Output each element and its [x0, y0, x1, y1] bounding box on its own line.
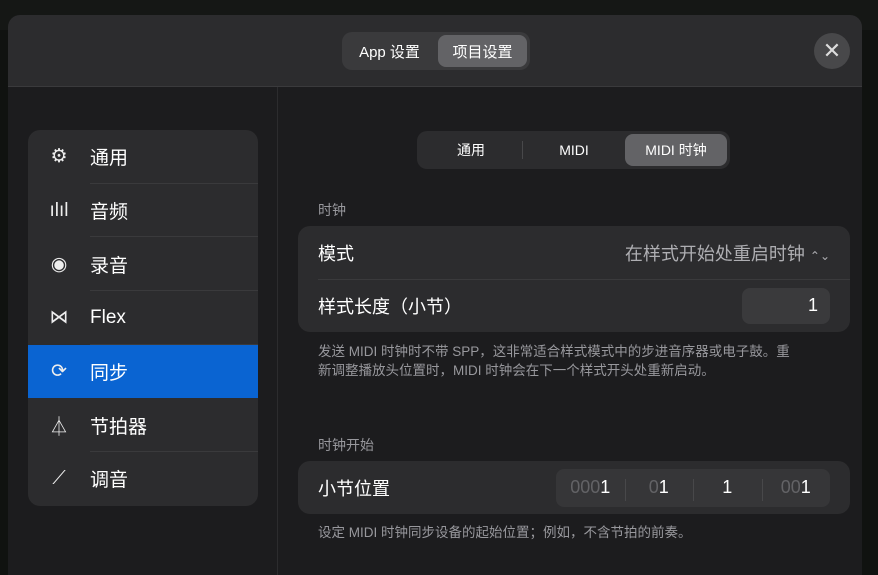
bar-position-field[interactable]: 0001 01 1 001: [556, 468, 831, 507]
tick-field[interactable]: 001: [761, 477, 831, 501]
modal-header: App 设置 项目设置 ✕: [8, 15, 862, 87]
section-title-clock-start: 时钟开始: [318, 437, 374, 453]
mode-value: 在样式开始处重启时钟: [624, 243, 805, 264]
tab-project-settings[interactable]: 项目设置: [438, 35, 527, 67]
sidebar-item-sync[interactable]: ⟳ 同步: [28, 344, 258, 399]
tick-value: 1: [800, 477, 811, 497]
tuning-icon: ⟋: [52, 467, 66, 489]
beat-leading-zeros: 0: [648, 477, 659, 497]
clock-note: 发送 MIDI 时钟时不带 SPP，这非常适合样式模式中的步进音序器或电子鼓。重…: [318, 344, 790, 378]
record-icon: ◉: [50, 253, 68, 275]
bar-leading-zeros: 000: [570, 477, 601, 497]
bar-field[interactable]: 0001: [556, 477, 625, 498]
settings-modal: App 设置 项目设置 ✕ ⚙ 通用 ılıl 音频 ◉ 录音 ⋈ Flex ⟳ 同步 ⏃…: [8, 15, 862, 575]
section-title-clock: 时钟: [318, 202, 346, 218]
mode-popup[interactable]: 在样式开始处重启时钟 ⌃⌄: [625, 240, 830, 266]
settings-scope-segmented-control: App 设置 项目设置: [342, 32, 530, 70]
sidebar-item-general[interactable]: ⚙ 通用: [28, 130, 258, 184]
sidebar-item-label: 同步: [90, 363, 129, 385]
tab-app-settings[interactable]: App 设置: [345, 35, 434, 67]
sidebar-item-label: 调音: [90, 470, 129, 492]
sync-tabs: 通用 MIDI MIDI 时钟: [417, 131, 730, 169]
sidebar-item-label: 录音: [90, 255, 129, 277]
sidebar-item-recording[interactable]: ◉ 录音: [28, 237, 258, 291]
bar-value: 1: [600, 477, 611, 497]
close-icon: ✕: [822, 38, 842, 63]
sidebar-item-label: 节拍器: [90, 416, 148, 438]
division-value: 1: [722, 477, 733, 497]
clock-card: 模式 在样式开始处重启时钟 ⌃⌄ 样式长度（小节） 1: [298, 226, 850, 332]
pattern-length-row: 样式长度（小节） 1: [298, 279, 850, 332]
beat-value: 1: [658, 477, 669, 497]
tab-midi[interactable]: MIDI: [523, 134, 625, 166]
mode-row[interactable]: 模式 在样式开始处重启时钟 ⌃⌄: [298, 226, 850, 279]
sidebar-item-flex[interactable]: ⋈ Flex: [28, 291, 258, 345]
chevron-updown-icon: ⌃⌄: [809, 248, 830, 263]
pattern-length-label: 样式长度（小节）: [318, 296, 462, 317]
sidebar-item-metronome[interactable]: ⏃ 节拍器: [28, 398, 258, 452]
tick-leading-zeros: 00: [780, 477, 801, 497]
tab-general[interactable]: 通用: [420, 134, 522, 166]
sidebar-item-audio[interactable]: ılıl 音频: [28, 184, 258, 238]
flex-icon: ⋈: [49, 307, 69, 329]
tab-midi-clock[interactable]: MIDI 时钟: [625, 134, 727, 166]
mode-label: 模式: [318, 243, 354, 264]
gear-icon: ⚙: [50, 146, 68, 168]
sidebar-item-tuning[interactable]: ⟋ 调音: [28, 452, 258, 506]
pattern-length-input[interactable]: 1: [742, 287, 830, 324]
sidebar-item-label: 通用: [90, 148, 129, 170]
beat-field[interactable]: 01: [624, 477, 694, 501]
sidebar: ⚙ 通用 ılıl 音频 ◉ 录音 ⋈ Flex ⟳ 同步 ⏃ 节拍器 ⟋ 调音: [28, 130, 258, 506]
bar-position-label: 小节位置: [318, 478, 390, 499]
clock-start-card: 小节位置 0001 01 1 001: [298, 461, 850, 514]
sidebar-item-label: 音频: [90, 202, 129, 224]
metronome-icon: ⏃: [49, 416, 69, 438]
close-button[interactable]: ✕: [814, 33, 850, 69]
waveform-icon: ılıl: [49, 199, 69, 221]
sidebar-item-label: Flex: [90, 306, 126, 328]
bar-position-row: 小节位置 0001 01 1 001: [298, 461, 850, 514]
clock-start-note: 设定 MIDI 时钟同步设备的起始位置；例如，不含节拍的前奏。: [318, 525, 692, 540]
sync-icon: ⟳: [51, 361, 67, 383]
pane-divider: [277, 87, 278, 575]
division-field[interactable]: 1: [693, 477, 762, 501]
